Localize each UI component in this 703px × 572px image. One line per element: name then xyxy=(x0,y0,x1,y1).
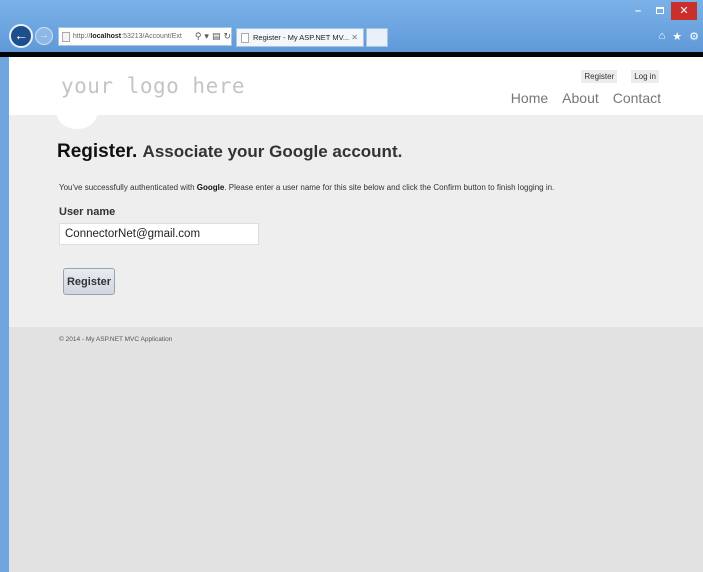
user-name-label: User name xyxy=(59,206,116,218)
search-icon[interactable]: ⚲ xyxy=(195,31,202,42)
browser-chrome: – ✕ ← → http://localhost:53213/Account/E… xyxy=(0,0,703,57)
user-name-input[interactable] xyxy=(59,223,259,245)
home-icon[interactable]: ⌂ xyxy=(659,30,666,43)
address-url[interactable]: http://localhost:53213/Account/Ext xyxy=(73,33,193,40)
window-frame-left xyxy=(0,57,9,572)
star-icon[interactable]: ★ xyxy=(672,30,682,43)
maximize-button[interactable] xyxy=(649,2,671,20)
forward-icon: → xyxy=(39,30,49,41)
register-link[interactable]: Register xyxy=(581,70,618,83)
copyright-text: © 2014 - My ASP.NET MVC Application xyxy=(59,336,173,343)
web-page: your logo here Register Log in Home Abou… xyxy=(0,57,703,572)
tab-page-icon xyxy=(241,32,249,43)
forward-button[interactable]: → xyxy=(35,27,53,45)
close-tab-icon[interactable]: ✕ xyxy=(351,33,358,42)
info-message: You've successfully authenticated with G… xyxy=(59,183,555,192)
gear-icon[interactable]: ⚙ xyxy=(689,30,699,43)
minimize-button[interactable]: – xyxy=(627,2,649,20)
window-controls: – ✕ xyxy=(627,2,697,22)
address-bar[interactable]: http://localhost:53213/Account/Ext ⚲ ▾ ▤… xyxy=(58,27,232,46)
nav-about[interactable]: About xyxy=(562,90,599,106)
compat-icon[interactable]: ▤ xyxy=(212,31,221,42)
main-nav: Home About Contact xyxy=(511,90,661,106)
register-button[interactable]: Register xyxy=(63,268,115,295)
back-icon: ← xyxy=(14,27,28,43)
refresh-icon[interactable]: ↻ xyxy=(223,31,231,42)
browser-toolbar-icons: ⌂ ★ ⚙ xyxy=(659,30,699,43)
new-tab-button[interactable] xyxy=(366,28,388,47)
provider-name: Google xyxy=(196,183,225,192)
dropdown-icon[interactable]: ▾ xyxy=(204,31,209,42)
site-footer: © 2014 - My ASP.NET MVC Application xyxy=(9,327,703,572)
login-links: Register Log in xyxy=(581,70,659,83)
header-bump-decoration xyxy=(57,99,97,129)
close-window-button[interactable]: ✕ xyxy=(671,2,697,20)
nav-home[interactable]: Home xyxy=(511,90,548,106)
address-tools: ⚲ ▾ ▤ ↻ xyxy=(195,31,231,42)
page-icon xyxy=(62,31,70,42)
nav-contact[interactable]: Contact xyxy=(613,90,661,106)
tab-title: Register - My ASP.NET MV... xyxy=(253,33,350,42)
page-title: Register. Associate your Google account. xyxy=(57,141,403,162)
login-link[interactable]: Log in xyxy=(631,70,659,83)
site-header: your logo here Register Log in Home Abou… xyxy=(9,57,703,115)
main-content: Register. Associate your Google account.… xyxy=(9,99,703,327)
page-subtitle: Associate your Google account. xyxy=(142,142,403,161)
tab-register[interactable]: Register - My ASP.NET MV... ✕ xyxy=(236,28,364,47)
back-button[interactable]: ← xyxy=(9,24,33,48)
site-logo[interactable]: your logo here xyxy=(61,74,245,98)
